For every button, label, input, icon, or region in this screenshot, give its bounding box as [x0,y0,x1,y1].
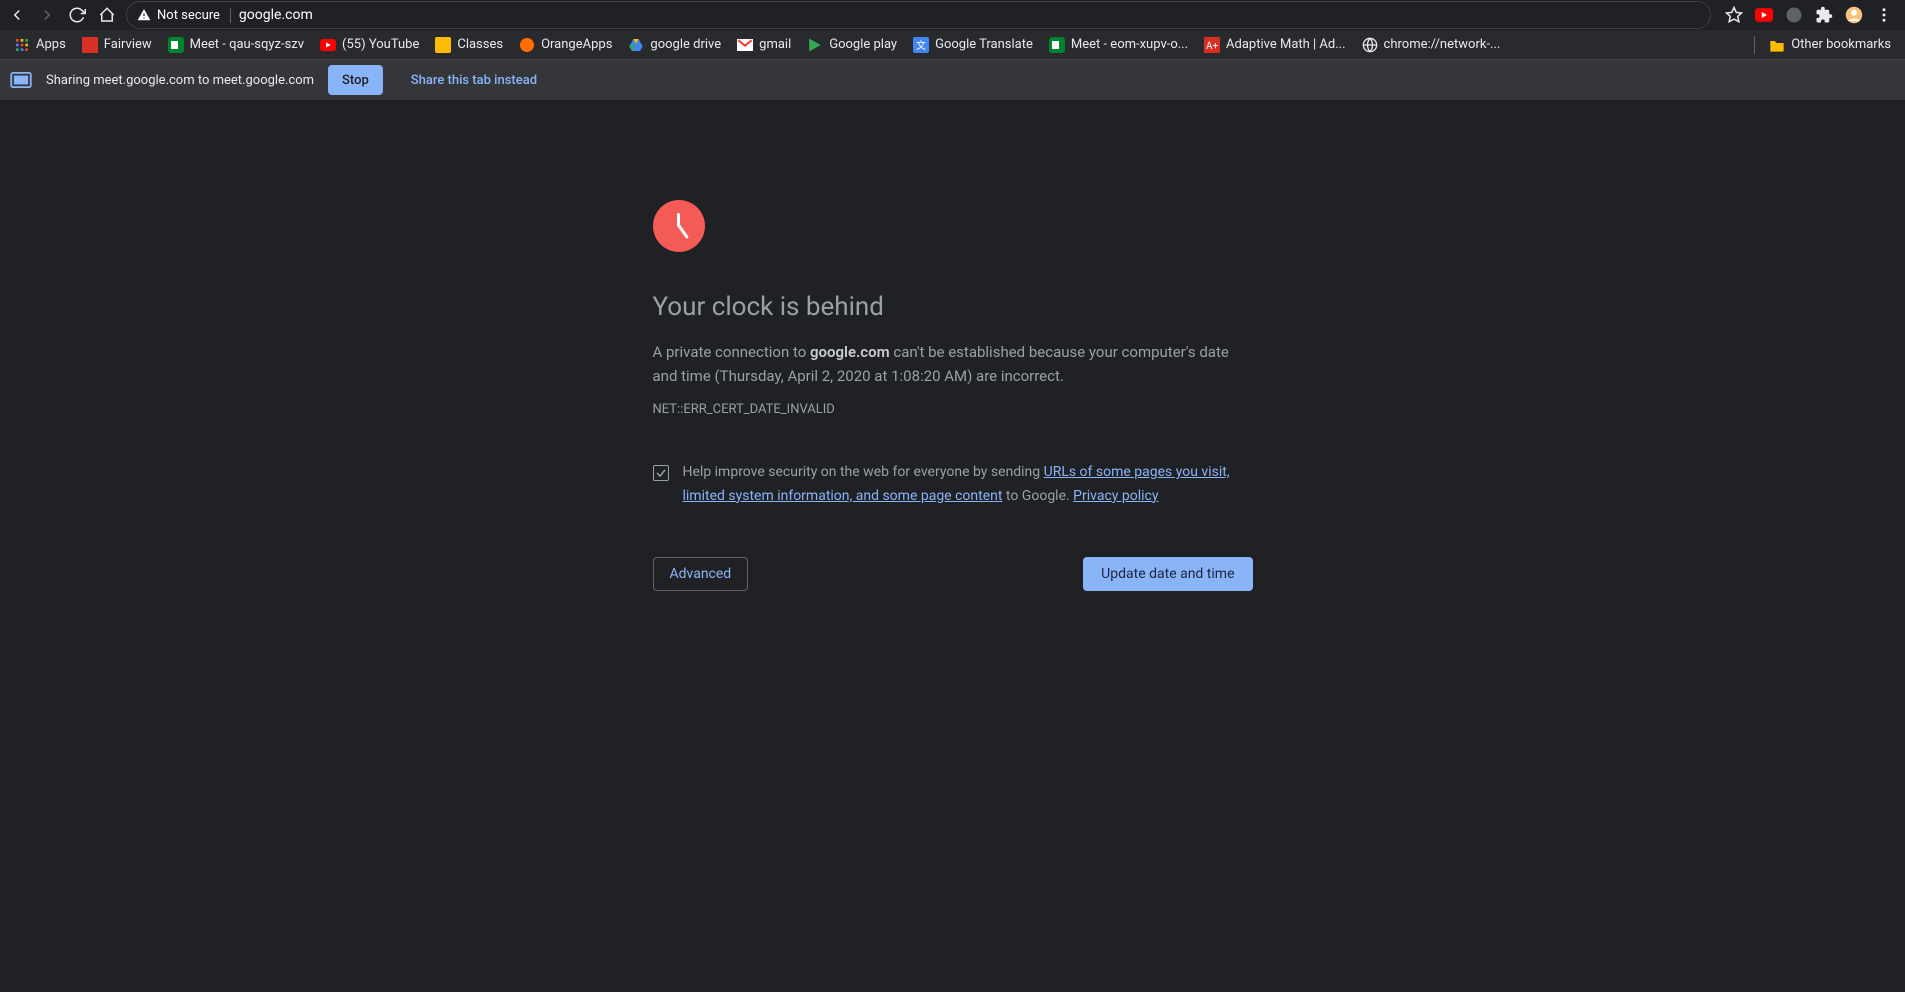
bookmark-adaptive[interactable]: A+ Adaptive Math | Ad... [1198,32,1351,58]
bookmark-label: Google Translate [935,37,1033,52]
bookmark-classes[interactable]: Classes [429,32,509,58]
extensions-puzzle-icon[interactable] [1815,6,1833,24]
home-button[interactable] [96,4,118,26]
security-label: Not secure [157,8,220,23]
opt-pre: Help improve security on the web for eve… [683,464,1044,480]
update-date-button[interactable]: Update date and time [1083,557,1252,591]
classroom-icon [435,37,451,53]
reload-button[interactable] [66,4,88,26]
share-infobar: Sharing meet.google.com to meet.google.c… [0,60,1905,100]
bookmark-star-icon[interactable] [1725,6,1743,24]
ext-circle-icon[interactable] [1785,6,1803,24]
profile-avatar-icon[interactable] [1845,6,1863,24]
bookmark-label: Apps [36,37,66,52]
play-icon [807,37,823,53]
drive-icon [628,37,644,53]
youtube-icon [320,37,336,53]
bookmark-label: Fairview [104,37,152,52]
bookmarks-bar: Apps Fairview Meet - qau-sqyz-szv (55) Y… [0,30,1905,60]
bookmark-label: Meet - qau-sqyz-szv [190,37,304,52]
back-button[interactable] [6,4,28,26]
svg-text:A+: A+ [1206,41,1219,52]
site-security-chip[interactable]: Not secure [137,8,231,23]
site-icon [82,37,98,53]
error-message: A private connection to google.com can't… [653,340,1253,388]
bookmark-gmail[interactable]: gmail [731,32,797,58]
folder-icon [1769,37,1785,53]
bookmark-label: OrangeApps [541,37,612,52]
warning-icon [137,8,151,22]
error-interstitial: Your clock is behind A private connectio… [653,200,1253,591]
kebab-menu-icon[interactable] [1875,6,1893,24]
bookmark-play[interactable]: Google play [801,32,903,58]
bookmark-meet-2[interactable]: Meet - eom-xupv-o... [1043,32,1194,58]
help-improve-checkbox[interactable] [653,465,669,481]
bookmark-orangeapps[interactable]: OrangeApps [513,32,618,58]
error-code: NET::ERR_CERT_DATE_INVALID [653,402,1253,417]
error-heading: Your clock is behind [653,292,1253,322]
bookmark-label: Google play [829,37,897,52]
bookmark-meet-1[interactable]: Meet - qau-sqyz-szv [162,32,310,58]
globe-icon [1362,37,1378,53]
bookmark-apps[interactable]: Apps [8,32,72,58]
translate-icon: 文 [913,37,929,53]
bookmark-drive[interactable]: google drive [622,32,727,58]
msg-host: google.com [810,343,890,361]
meet-icon [168,37,184,53]
bookmark-chrome-network[interactable]: chrome://network-... [1356,32,1507,58]
clock-error-icon [653,200,705,252]
bookmark-label: chrome://network-... [1384,37,1501,52]
bookmark-youtube[interactable]: (55) YouTube [314,32,425,58]
help-improve-text: Help improve security on the web for eve… [683,461,1253,509]
bookmark-label: Adaptive Math | Ad... [1226,37,1345,52]
bookmarks-separator [1754,36,1755,54]
privacy-policy-link[interactable]: Privacy policy [1073,488,1158,504]
bookmark-label: gmail [759,37,791,52]
orange-icon [519,37,535,53]
bookmark-translate[interactable]: 文 Google Translate [907,32,1039,58]
gmail-icon [737,37,753,53]
stop-sharing-button[interactable]: Stop [328,65,383,95]
browser-toolbar: Not secure google.com [0,0,1905,30]
toolbar-right [1719,6,1899,24]
cast-icon [10,72,32,88]
svg-text:文: 文 [916,39,926,52]
bookmark-fairview[interactable]: Fairview [76,32,158,58]
advanced-button[interactable]: Advanced [653,557,749,591]
bookmark-label: Meet - eom-xupv-o... [1071,37,1188,52]
opt-post: to Google. [1002,488,1073,504]
help-improve-row: Help improve security on the web for eve… [653,461,1253,509]
action-buttons: Advanced Update date and time [653,557,1253,591]
bookmark-label: Classes [457,37,503,52]
bookmark-label: Other bookmarks [1791,37,1891,52]
msg-pre: A private connection to [653,343,811,361]
forward-button[interactable] [36,4,58,26]
bookmark-label: google drive [650,37,721,52]
page-content: Your clock is behind A private connectio… [0,100,1905,591]
share-text: Sharing meet.google.com to meet.google.c… [46,73,314,88]
address-bar[interactable]: Not secure google.com [126,1,1711,29]
site-icon: A+ [1204,37,1220,53]
meet-icon [1049,37,1065,53]
youtube-ext-icon[interactable] [1755,6,1773,24]
apps-grid-icon [14,37,30,53]
url-text: google.com [239,7,313,23]
bookmark-label: (55) YouTube [342,37,419,52]
share-tab-instead-button[interactable]: Share this tab instead [397,65,551,95]
other-bookmarks[interactable]: Other bookmarks [1763,32,1897,58]
